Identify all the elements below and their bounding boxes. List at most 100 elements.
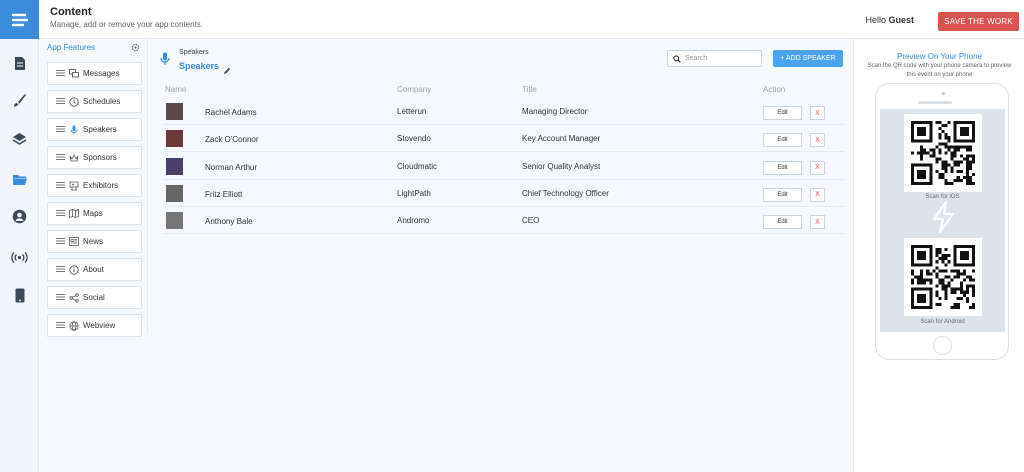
page-subtitle: Manage, add or remove your app contents.	[50, 20, 203, 29]
share-icon	[69, 292, 79, 303]
newspaper-icon	[69, 237, 79, 247]
feature-item-exhibitors[interactable]: Exhibitors	[47, 174, 142, 197]
column-header-company: Company	[397, 85, 432, 94]
save-button[interactable]: SAVE THE WORK	[938, 12, 1019, 31]
edit-button[interactable]: Edit	[763, 106, 802, 120]
speaker-company: Letterun	[397, 107, 427, 116]
feature-label: Speakers	[83, 125, 117, 134]
speaker-title: Senior Quality Analyst	[522, 161, 601, 171]
drag-handle-icon[interactable]	[56, 265, 65, 274]
section-title: Speakers	[179, 61, 220, 71]
pencil-icon[interactable]	[223, 62, 231, 80]
delete-button[interactable]: X	[810, 133, 825, 148]
feature-label: Webview	[83, 321, 116, 330]
features-panel: App Features Messages Schedules Speakers Sp…	[47, 43, 142, 337]
user-icon[interactable]	[11, 208, 28, 225]
feature-item-schedules[interactable]: Schedules	[47, 90, 142, 113]
speaker-name: Zack O'Connor	[205, 135, 259, 145]
phone-camera	[942, 92, 945, 95]
preview-panel: Preview On Your Phone Scan the QR code w…	[853, 39, 1024, 472]
clock-icon	[69, 96, 79, 107]
messages-icon	[69, 69, 79, 79]
feature-item-social[interactable]: Social	[47, 286, 142, 309]
microphone-icon	[160, 52, 170, 71]
delete-button[interactable]: X	[810, 106, 825, 120]
feature-item-about[interactable]: About	[47, 258, 142, 281]
exhibitor-icon	[69, 181, 79, 191]
feature-item-news[interactable]: News	[47, 230, 142, 253]
search-placeholder: Search	[685, 55, 708, 62]
page-title: Content	[50, 6, 92, 18]
drag-handle-icon[interactable]	[56, 97, 65, 106]
breadcrumb: Speakers	[179, 49, 209, 56]
search-icon	[673, 54, 681, 63]
delete-button[interactable]: X	[810, 187, 825, 202]
feature-item-maps[interactable]: Maps	[47, 202, 142, 225]
search-input[interactable]: Search	[667, 50, 762, 67]
microphone-icon	[69, 125, 79, 135]
qr-code-ios[interactable]	[904, 114, 982, 192]
features-header: App Features	[47, 43, 142, 57]
features-heading: App Features	[47, 43, 96, 52]
feature-item-sponsors[interactable]: Sponsors	[47, 146, 142, 169]
crown-icon	[69, 153, 79, 163]
table-row: Rachel Adams Letterun Managing Director Edi…	[164, 98, 844, 125]
globe-icon	[69, 320, 79, 331]
left-rail	[0, 0, 39, 472]
divider	[147, 39, 148, 334]
delete-button[interactable]: X	[810, 160, 825, 175]
avatar	[166, 157, 183, 175]
edit-button[interactable]: Edit	[763, 187, 802, 202]
drag-handle-icon[interactable]	[56, 153, 65, 162]
delete-button[interactable]: X	[810, 215, 825, 230]
speaker-title: CEO	[522, 216, 540, 226]
main-area: App Features Messages Schedules Speakers Sp…	[39, 39, 853, 472]
feature-item-messages[interactable]: Messages	[47, 62, 142, 85]
phone-screen: Scan for iOS Scan for Android	[880, 109, 1005, 332]
edit-button[interactable]: Edit	[763, 160, 802, 175]
drag-handle-icon[interactable]	[56, 69, 65, 78]
info-icon	[69, 264, 79, 275]
column-header-name: Name	[165, 85, 187, 94]
layers-icon[interactable]	[11, 130, 28, 147]
table-row: Anthony Bale Andromo CEO Edit X	[164, 207, 844, 235]
column-header-action: Action	[763, 85, 786, 94]
folder-icon[interactable]	[11, 171, 28, 188]
feature-label: Sponsors	[83, 153, 117, 162]
broadcast-icon[interactable]	[11, 249, 28, 266]
qr-code-android[interactable]	[904, 238, 982, 316]
drag-handle-icon[interactable]	[56, 181, 65, 190]
feature-label: Social	[83, 293, 105, 302]
table-row: Zack O'Connor Stovendo Key Account Manager…	[164, 125, 844, 153]
phone-icon[interactable]	[11, 287, 28, 304]
feature-item-speakers[interactable]: Speakers	[47, 118, 142, 141]
brush-icon[interactable]	[11, 92, 28, 109]
drag-handle-icon[interactable]	[56, 209, 65, 218]
speaker-title: Managing Director	[522, 107, 588, 116]
feature-item-webview[interactable]: Webview	[47, 314, 142, 337]
gear-icon[interactable]	[131, 43, 140, 54]
logo-icon[interactable]	[0, 0, 39, 39]
speaker-name: Rachel Adams	[205, 108, 257, 117]
edit-button[interactable]: Edit	[763, 215, 802, 230]
table-row: Norman Arthur Cloudmatic Senior Quality An…	[164, 153, 844, 180]
drag-handle-icon[interactable]	[56, 293, 65, 302]
add-speaker-button[interactable]: + ADD SPEAKER	[773, 50, 843, 67]
speaker-name: Fritz Elliott	[205, 189, 243, 199]
document-icon[interactable]	[11, 55, 28, 72]
speaker-name: Norman Arthur	[205, 162, 258, 172]
speaker-company: Andromo	[397, 216, 430, 226]
phone-home-button	[933, 336, 952, 355]
avatar	[166, 103, 183, 120]
feature-label: About	[83, 265, 104, 274]
drag-handle-icon[interactable]	[56, 321, 65, 330]
speaker-company: Cloudmatic	[397, 161, 438, 171]
top-header: Content Manage, add or remove your app c…	[39, 0, 1024, 39]
edit-button[interactable]: Edit	[763, 133, 802, 148]
drag-handle-icon[interactable]	[56, 125, 65, 134]
ios-label: Scan for iOS	[925, 194, 960, 200]
feature-label: News	[83, 237, 104, 246]
phone-mockup: Scan for iOS Scan for Android	[875, 83, 1009, 360]
drag-handle-icon[interactable]	[56, 237, 65, 246]
table-row: Fritz Elliott LightPath Chief Technology O…	[164, 180, 844, 207]
